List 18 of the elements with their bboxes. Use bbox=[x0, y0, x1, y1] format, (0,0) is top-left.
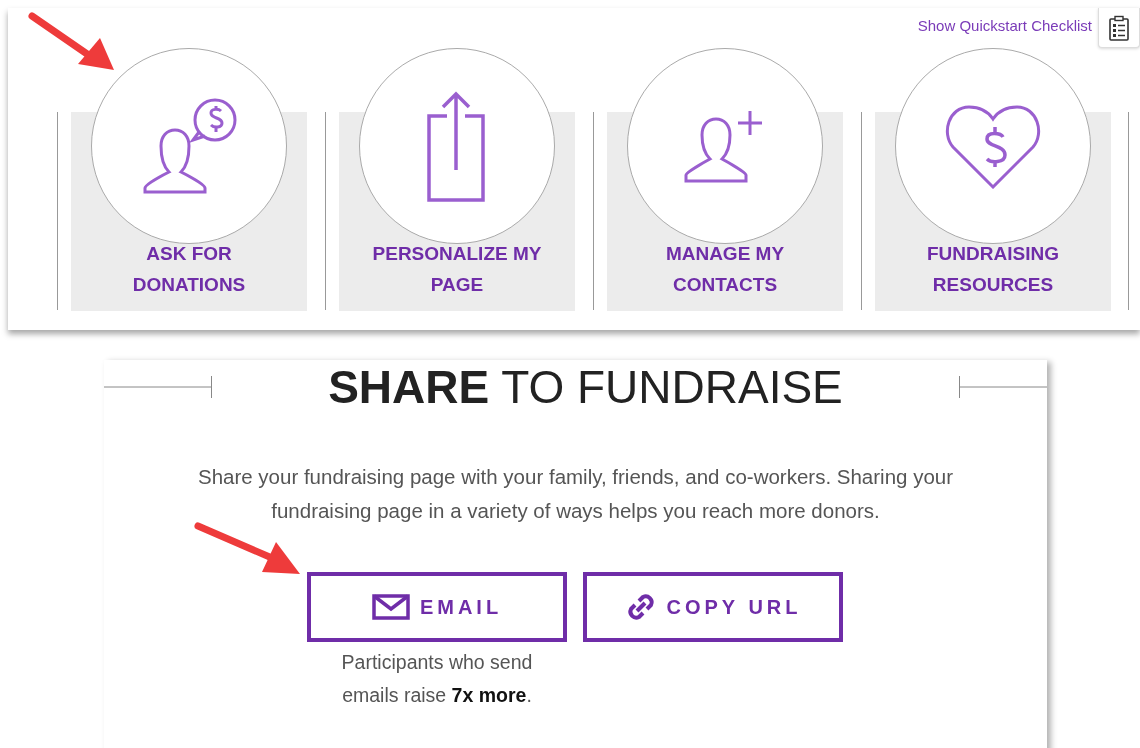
quickstart-link[interactable]: Show Quickstart Checklist bbox=[917, 17, 1092, 34]
email-note: Participants who send emails raise 7x more. bbox=[340, 650, 534, 708]
copy-url-button[interactable]: COPY URL bbox=[583, 572, 843, 642]
tile-label: FUNDRAISING RESOURCES bbox=[926, 242, 1060, 297]
clipboard-icon bbox=[1108, 14, 1130, 41]
tile-label: MANAGE MY CONTACTS bbox=[664, 242, 786, 297]
action-tile[interactable]: PERSONALIZE MY PAGE bbox=[339, 48, 575, 311]
checklist-button[interactable] bbox=[1098, 8, 1140, 48]
action-tile[interactable]: MANAGE MY CONTACTS bbox=[607, 48, 843, 311]
envelope-icon bbox=[371, 594, 410, 620]
email-button[interactable]: EMAIL bbox=[307, 572, 567, 642]
description-text: Share your fundraising page with your family, friends, and co-workers. Sharing your fundraising page in a variety of ways helps you reach more donors. bbox=[196, 464, 955, 524]
tile-label: ASK FOR DONATIONS bbox=[131, 242, 247, 297]
action-tile[interactable]: ASK FOR DONATIONS bbox=[71, 48, 307, 311]
section-title: SHARE TO FUNDRAISE bbox=[328, 362, 843, 412]
tile-label: PERSONALIZE MY PAGE bbox=[371, 242, 543, 297]
action-tile[interactable]: FUNDRAISING RESOURCES bbox=[875, 48, 1111, 311]
heart-dollar-icon bbox=[945, 103, 1041, 189]
